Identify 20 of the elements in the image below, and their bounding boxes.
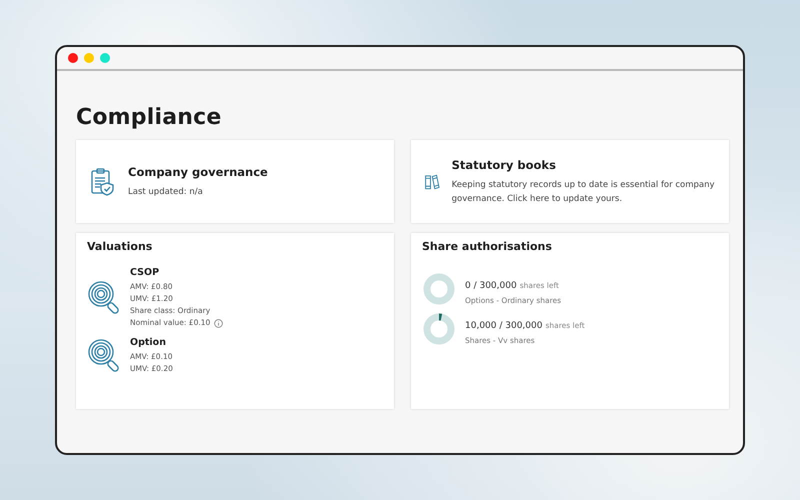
donut-gauge (423, 273, 455, 305)
card-title: Company governance (128, 164, 268, 178)
card-title: Statutory books (452, 158, 557, 172)
maximize-dot[interactable] (100, 53, 110, 63)
page-title: Compliance (76, 105, 222, 130)
info-card[interactable]: Statutory books Keeping statutory records up to date is essential for company governance. Click here to update yours. (411, 140, 729, 223)
info-icon[interactable] (214, 318, 224, 328)
card-text: Keeping statutory records up to date is essential for company governance. Click here to update yours. (452, 178, 716, 206)
card-text: Last updated: n/a (128, 186, 204, 198)
clipboard-shield-icon (90, 168, 116, 196)
section-title: Valuations (86, 239, 154, 253)
minimize-dot[interactable] (84, 53, 94, 63)
valuation-name: CSOP (130, 267, 160, 278)
section-title: Share authorisations (421, 239, 553, 253)
donut-gauge (423, 313, 455, 345)
share-count: 0 / 300,000 (465, 281, 517, 291)
valuation-name: Option (130, 337, 167, 348)
info-card[interactable]: Company governance Last updated: n/a (76, 140, 394, 223)
share-count: 10,000 / 300,000 (465, 321, 542, 331)
close-dot[interactable] (68, 53, 78, 63)
